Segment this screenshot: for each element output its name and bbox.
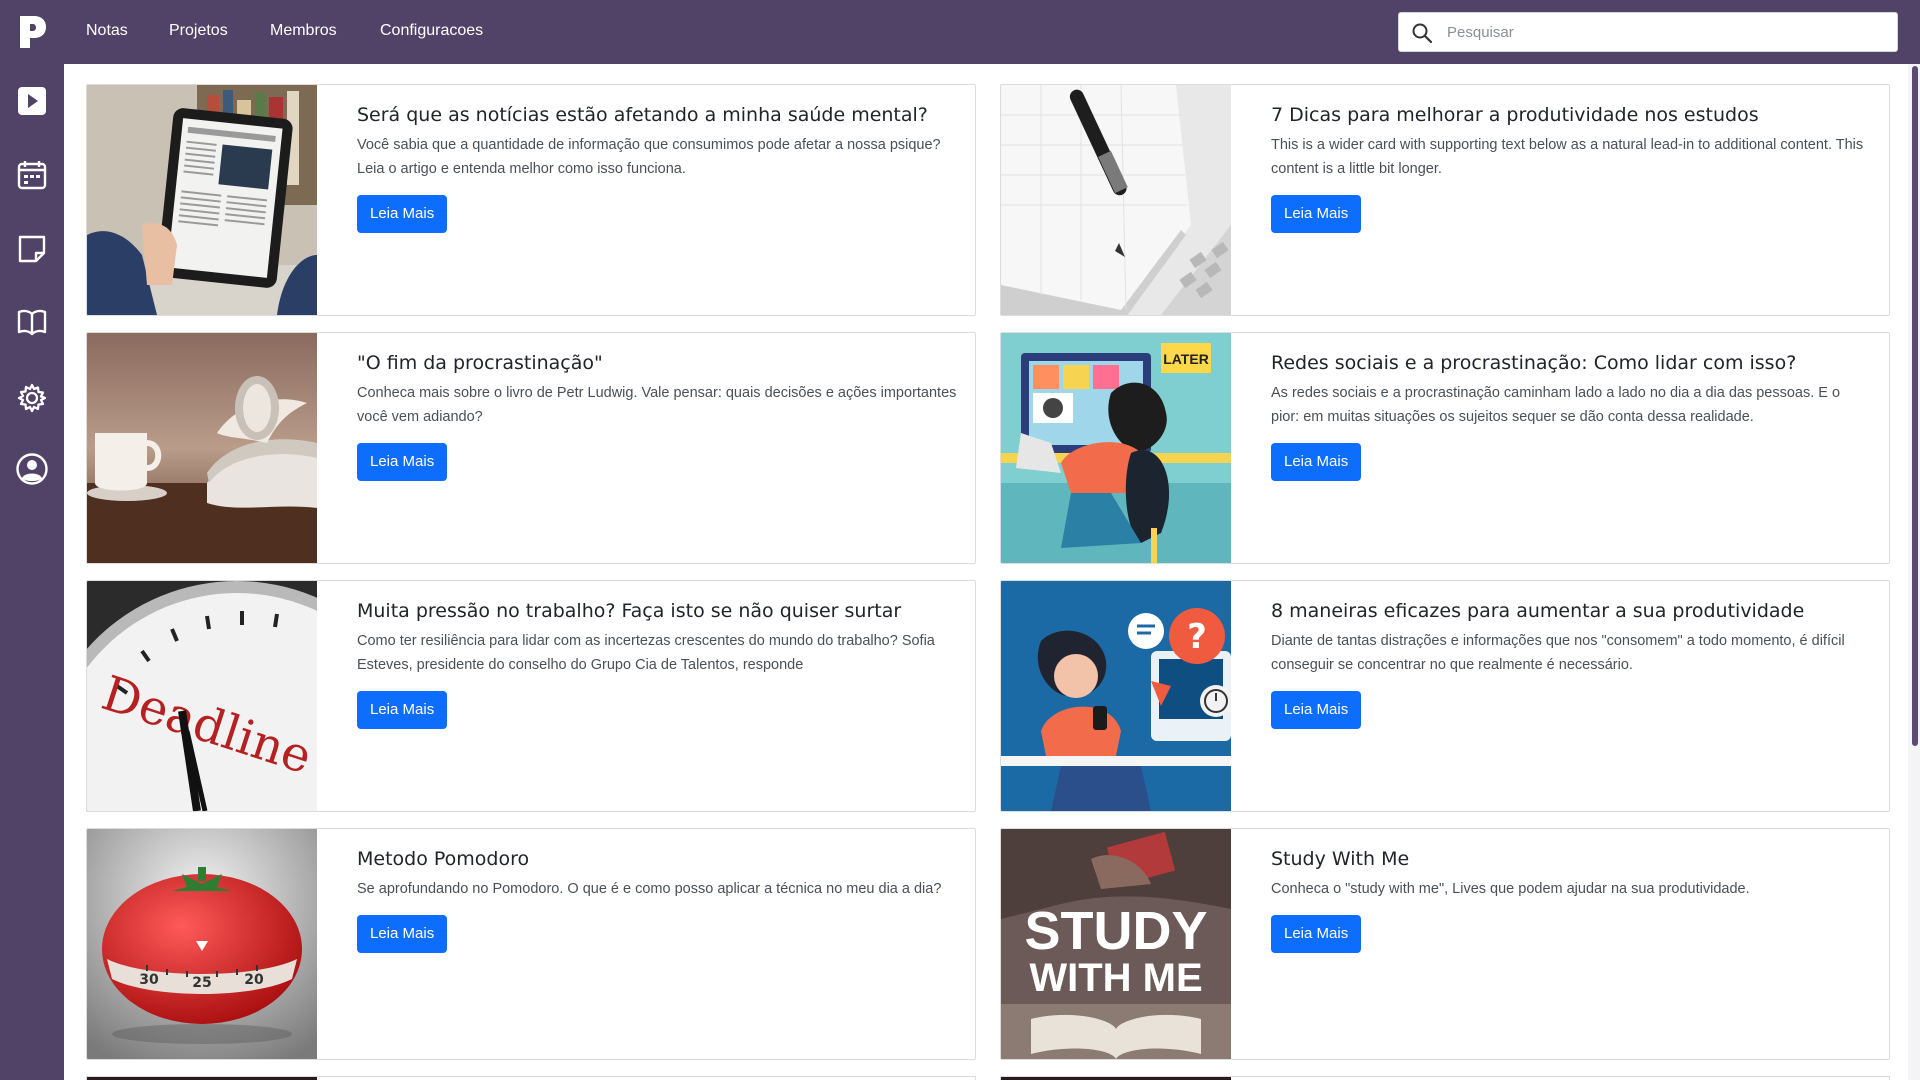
play-icon[interactable] bbox=[14, 83, 50, 119]
card-title: 7 Dicas para melhorar a produtividade no… bbox=[1271, 104, 1759, 126]
article-card: ? 8 maneiras eficazes para aumentar a su… bbox=[1000, 580, 1890, 812]
card-text: Se aprofundando no Pomodoro. O que é e c… bbox=[357, 881, 942, 897]
sidebar bbox=[0, 64, 64, 1080]
read-more-button[interactable]: Leia Mais bbox=[357, 443, 448, 481]
card-text: Conheca o "study with me", Lives que pod… bbox=[1271, 881, 1750, 897]
card-title: 8 maneiras eficazes para aumentar a sua … bbox=[1271, 600, 1805, 622]
article-card: 30 25 20 Metodo Pomodoro Se aprofundando… bbox=[86, 828, 976, 1060]
search-input[interactable] bbox=[1447, 13, 1887, 51]
timer-tick-20: 20 bbox=[244, 972, 264, 988]
article-image-study-with-me: STUDY WITH ME bbox=[1001, 829, 1231, 1059]
article-card-partial bbox=[1000, 1076, 1890, 1080]
top-navbar: Notas Projetos Membros Configuracoes bbox=[0, 0, 1920, 64]
nav-link-configuracoes[interactable]: Configuracoes bbox=[380, 22, 483, 40]
search-box bbox=[1398, 12, 1898, 52]
main-content: Será que as notícias estão afetando a mi… bbox=[64, 64, 1912, 1080]
card-title: Study With Me bbox=[1271, 848, 1410, 870]
read-more-button[interactable]: Leia Mais bbox=[1271, 915, 1362, 953]
later-sign: LATER bbox=[1163, 351, 1209, 367]
article-card: Será que as notícias estão afetando a mi… bbox=[86, 84, 976, 316]
article-card: 7 Dicas para melhorar a produtividade no… bbox=[1000, 84, 1890, 316]
article-card: LATER Redes sociais e a procrastinação: … bbox=[1000, 332, 1890, 564]
svg-text:?: ? bbox=[1187, 617, 1207, 657]
article-card-partial bbox=[86, 1076, 976, 1080]
article-image-deadline-clock: Deadline bbox=[87, 581, 317, 811]
article-card: STUDY WITH ME Study With Me Conheca o "s… bbox=[1000, 828, 1890, 1060]
read-more-button[interactable]: Leia Mais bbox=[357, 195, 448, 233]
sticky-note-icon[interactable] bbox=[14, 231, 50, 267]
card-title: Será que as notícias estão afetando a mi… bbox=[357, 104, 928, 126]
article-card: Deadline Muita pressão no trabalho? Faça… bbox=[86, 580, 976, 812]
card-title: "O fim da procrastinação" bbox=[357, 352, 603, 374]
book-icon[interactable] bbox=[14, 304, 50, 340]
article-image-social-media-illustration: LATER bbox=[1001, 333, 1231, 563]
card-text: Conheca mais sobre o livro de Petr Ludwi… bbox=[357, 385, 957, 425]
article-image-productivity-illustration: ? bbox=[1001, 581, 1231, 811]
article-image-pomodoro-timer: 30 25 20 bbox=[87, 829, 317, 1059]
card-title: Muita pressão no trabalho? Faça isto se … bbox=[357, 600, 902, 622]
card-text: Diante de tantas distrações e informaçõe… bbox=[1271, 633, 1845, 673]
study-title-line-2: WITH ME bbox=[1029, 956, 1202, 1000]
article-image-coffee-magazines bbox=[87, 333, 317, 563]
user-circle-icon[interactable] bbox=[14, 451, 50, 487]
read-more-button[interactable]: Leia Mais bbox=[357, 915, 448, 953]
nav-link-notas[interactable]: Notas bbox=[86, 22, 128, 40]
card-text: This is a wider card with supporting tex… bbox=[1271, 137, 1864, 177]
card-text: As redes sociais e a procrastinação cami… bbox=[1271, 385, 1841, 425]
calendar-icon[interactable] bbox=[14, 157, 50, 193]
read-more-button[interactable]: Leia Mais bbox=[357, 691, 448, 729]
read-more-button[interactable]: Leia Mais bbox=[1271, 691, 1362, 729]
card-title: Metodo Pomodoro bbox=[357, 848, 530, 870]
app-logo[interactable] bbox=[16, 14, 50, 50]
timer-tick-30: 30 bbox=[139, 972, 159, 988]
gear-icon[interactable] bbox=[14, 380, 50, 416]
scrollbar-thumb[interactable] bbox=[1912, 66, 1918, 746]
card-title: Redes sociais e a procrastinação: Como l… bbox=[1271, 352, 1797, 374]
read-more-button[interactable]: Leia Mais bbox=[1271, 443, 1362, 481]
study-title-line-1: STUDY bbox=[1024, 901, 1207, 961]
article-image-notebook-pen bbox=[1001, 85, 1231, 315]
search-icon bbox=[1412, 23, 1433, 44]
card-text: Como ter resiliência para lidar com as i… bbox=[357, 633, 935, 673]
nav-link-projetos[interactable]: Projetos bbox=[169, 22, 228, 40]
article-card: "O fim da procrastinação" Conheca mais s… bbox=[86, 332, 976, 564]
timer-tick-25: 25 bbox=[192, 975, 211, 991]
nav-link-membros[interactable]: Membros bbox=[270, 22, 337, 40]
article-image-tablet-news bbox=[87, 85, 317, 315]
read-more-button[interactable]: Leia Mais bbox=[1271, 195, 1362, 233]
card-text: Você sabia que a quantidade de informaçã… bbox=[357, 137, 941, 177]
